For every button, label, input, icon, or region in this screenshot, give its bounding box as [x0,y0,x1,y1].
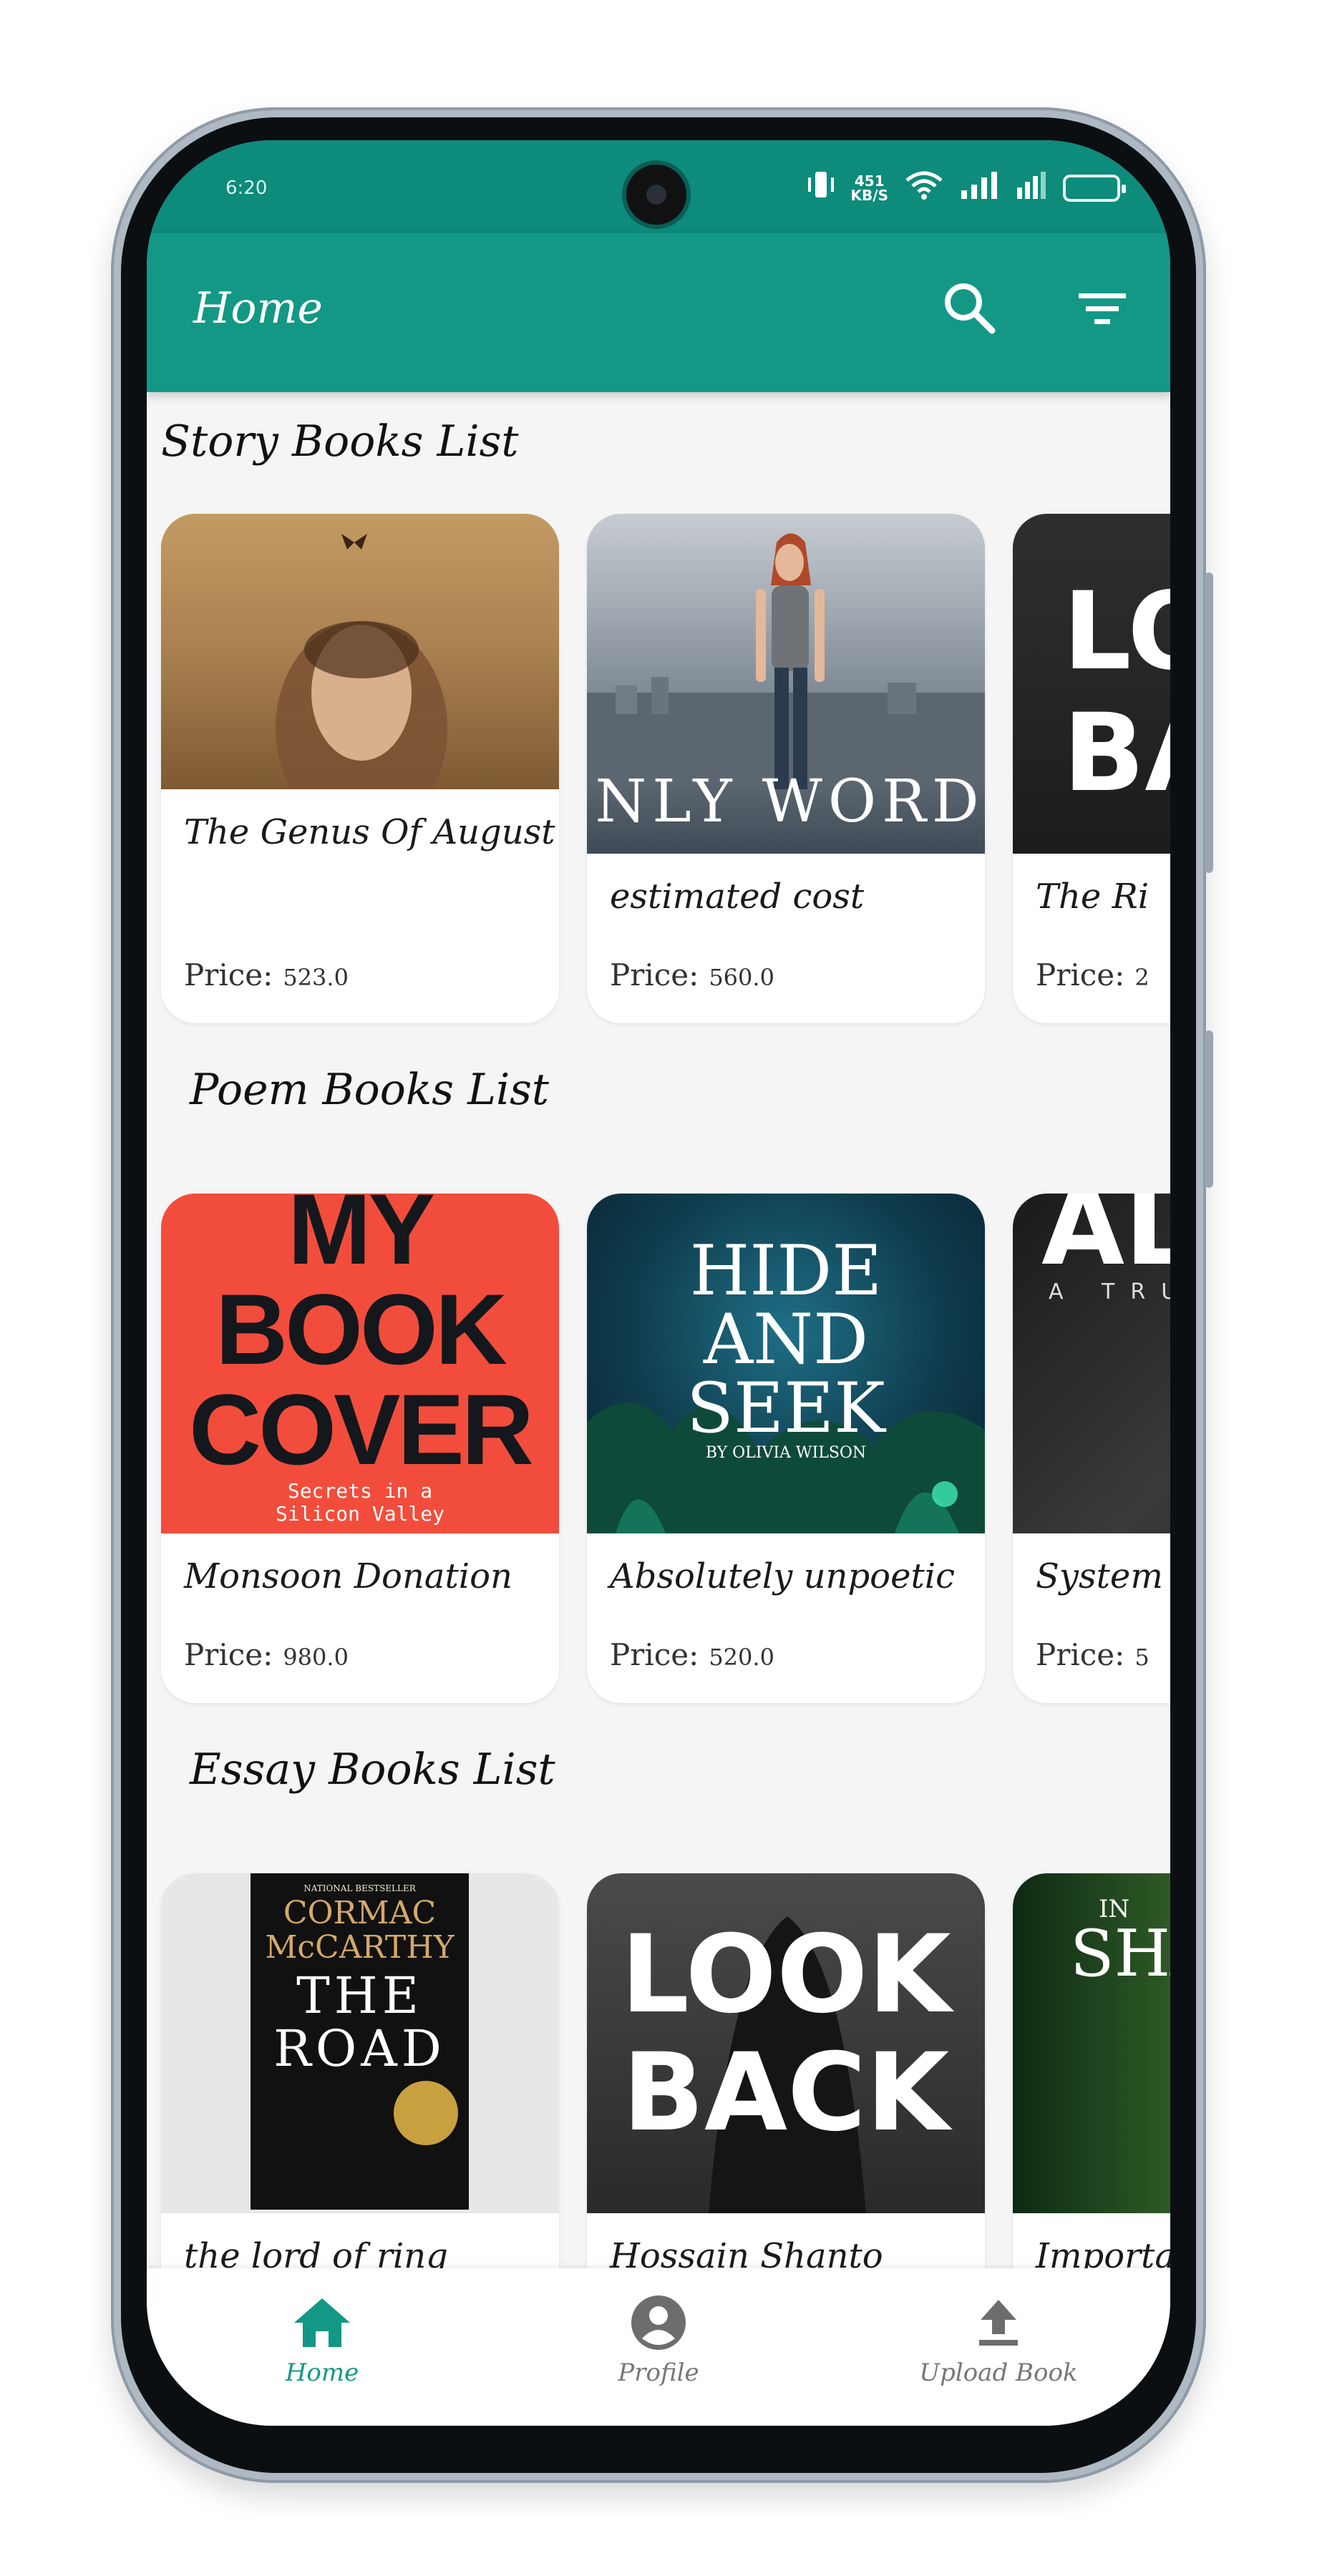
price-value: 560.0 [709,964,774,991]
price-label: Price: [184,1637,273,1672]
book-cover [161,514,559,789]
cover-subtext: A TRU [1049,1279,1170,1304]
network-speed-value: 451 [854,172,885,190]
book-cover: AL A TRU [1013,1194,1170,1533]
book-cover: ONLY WORDS [587,514,985,854]
price-value: 520.0 [709,1644,774,1671]
power-button [1205,1030,1213,1188]
wifi-icon [904,169,944,207]
cover-subtext: Secrets in a [287,1479,433,1503]
book-cover: NATIONAL BESTSELLER CORMAC McCARTHY THE … [161,1873,559,2213]
status-time: 6:20 [225,177,268,199]
app-bar: Home [147,233,1170,392]
price-value: 523.0 [283,964,349,991]
cover-text: AND [703,1299,869,1380]
book-title: estimated cost [610,877,865,917]
book-title: The Genus Of August [184,812,555,852]
award-seal [394,2081,458,2145]
signal-icon-2 [1016,170,1047,205]
nav-label: Profile [618,2358,699,2387]
nav-upload[interactable]: Upload Book [905,2294,1092,2387]
book-cover: IN SHA [1013,1873,1170,2213]
book-card[interactable]: LO BA The Ri Price: 2 [1013,514,1170,1023]
cover-text: AL [1041,1194,1170,1289]
book-price: Price: 523.0 [184,957,349,992]
cover-text: LOOK [621,1913,951,2037]
cover-text: HIDE [689,1231,883,1311]
cover-author: CORMAC McCARTHY [251,1896,469,1965]
book-title: The Ri [1036,877,1150,917]
nav-label: Upload Book [919,2358,1078,2387]
cover-author: BY OLIVIA WILSON [705,1444,867,1462]
cover-text: SHA [1070,1916,1170,1991]
cover-text: ONLY WORDS [587,768,985,836]
cover-text: BACK [622,2031,950,2155]
book-title: Absolutely unpoetic [610,1556,955,1596]
price-value: 2 [1134,964,1150,991]
book-cover: LO BA [1013,514,1170,854]
price-value: 5 [1134,1644,1150,1671]
book-cover: HIDE AND SEEK BY OLIVIA WILSON [587,1194,985,1533]
network-speed: 451 KB/S [851,174,888,203]
upload-icon [979,2300,1018,2346]
cover-author-line: McCARTHY [265,1929,455,1966]
cover-text: THE ROAD [251,1969,469,2075]
book-card[interactable]: MY BOOK COVER Secrets in a Silicon Valle… [161,1194,559,1703]
price-label: Price: [610,957,699,992]
signal-icon [960,170,1000,205]
page-title: Home [193,283,323,333]
volume-button [1205,572,1213,873]
bottom-navigation: Home Profile Upload Book [147,2268,1170,2426]
home-icon [294,2298,350,2347]
price-label: Price: [184,957,273,992]
book-card[interactable]: HIDE AND SEEK BY OLIVIA WILSON Absolutel… [587,1194,985,1703]
cover-subtext: Silicon Valley [275,1502,444,1526]
price-label: Price: [1036,1637,1125,1672]
book-price: Price: 560.0 [610,957,774,992]
price-label: Price: [1036,957,1125,992]
cover-text: BOOK [215,1273,507,1385]
cover-text: LO [1063,570,1170,694]
nav-profile[interactable]: Profile [565,2294,752,2387]
search-icon[interactable] [938,276,1002,341]
battery-icon [1063,174,1126,202]
cover-text: BA [1063,691,1170,816]
cover-text: MY [288,1194,435,1285]
price-value: 980.0 [283,1644,349,1671]
filter-icon[interactable] [1070,276,1134,341]
section-title-poem: Poem Books List [190,1065,550,1115]
nav-label: Home [285,2358,359,2387]
network-speed-unit: KB/S [850,186,888,204]
book-card[interactable]: AL A TRU System Price: 5 [1013,1194,1170,1703]
book-card[interactable]: ONLY WORDS estimated cost Price: 560.0 [587,514,985,1023]
section-title-story: Story Books List [161,416,519,467]
cover-text: SEEK [686,1368,885,1448]
book-title: Monsoon Donation [184,1556,512,1596]
book-price: Price: 2 [1036,957,1150,992]
book-cover: LOOK BACK [587,1873,985,2213]
section-title-essay: Essay Books List [190,1745,555,1795]
front-camera [626,165,686,225]
price-label: Price: [610,1637,699,1672]
nav-home[interactable]: Home [229,2294,415,2387]
status-icons: 451 KB/S [807,169,1126,207]
book-title: System [1036,1556,1163,1596]
cover-author-line: CORMAC [283,1895,437,1931]
status-bar: 6:20 451 KB/S [147,140,1170,233]
cover-text: COVER [189,1373,534,1485]
book-price: Price: 5 [1036,1637,1150,1672]
cover-text-line: THE [296,1966,423,2025]
cover-subtext: NATIONAL BESTSELLER [303,1883,416,1893]
vibrate-icon [807,169,835,207]
book-price: Price: 980.0 [184,1637,349,1672]
cover-text-line: ROAD [273,2019,446,2078]
book-card[interactable]: The Genus Of August Price: 523.0 [161,514,559,1023]
profile-icon [631,2296,686,2350]
book-price: Price: 520.0 [610,1637,774,1672]
book-cover: MY BOOK COVER Secrets in a Silicon Valle… [161,1194,559,1533]
app-screen: 6:20 451 KB/S Home Story Books List The … [147,140,1170,2426]
